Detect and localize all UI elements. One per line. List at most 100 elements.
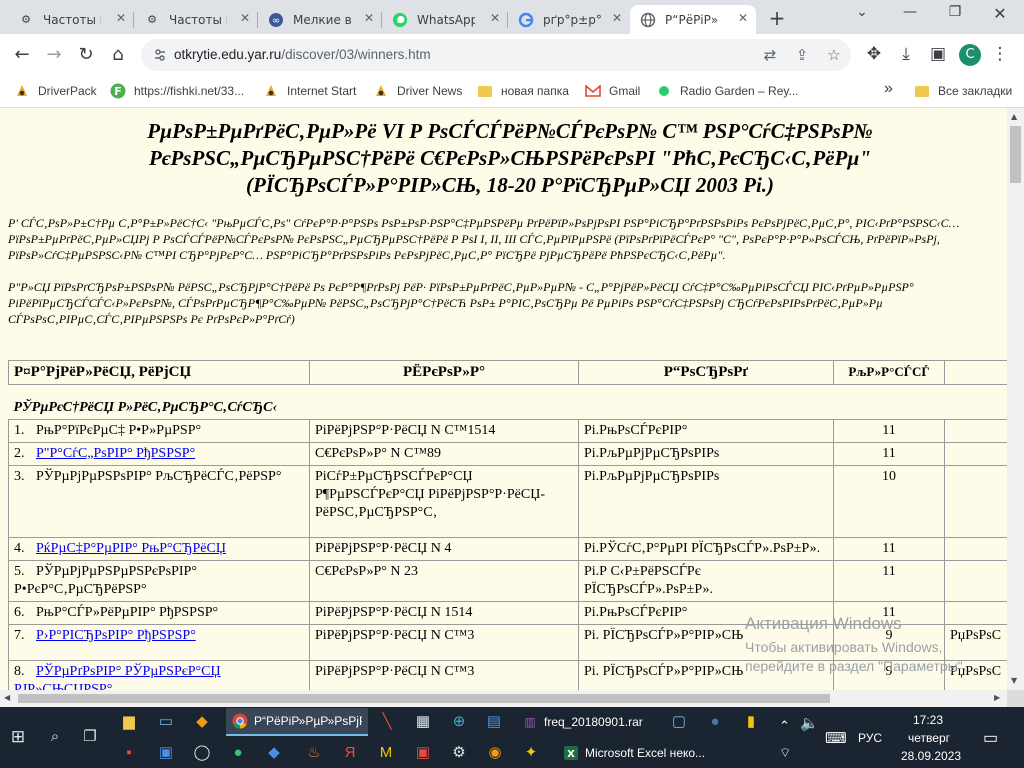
taskbar-rar-window[interactable]: ▥ freq_20180901.rar <box>516 708 658 736</box>
address-bar[interactable]: otkrytie.edu.yar.ru/discover/03/winners.… <box>141 39 851 71</box>
driverpack-icon <box>373 83 389 99</box>
blue-app-icon[interactable]: ◆ <box>265 744 283 762</box>
city-cell: Рі.РЎСѓС‚Р°РµРІ РЇСЂРѕСЃР».РѕР±Р». <box>578 537 834 561</box>
close-tab-icon[interactable]: ✕ <box>738 11 748 25</box>
word-icon[interactable]: ▤ <box>485 713 503 731</box>
tab-1[interactable]: ⚙ Частоты п ✕ <box>8 5 134 34</box>
close-tab-icon[interactable]: ✕ <box>116 11 126 25</box>
clock-date[interactable]: 28.09.2023 <box>901 749 961 763</box>
clock-weekday[interactable]: четверг <box>908 731 950 745</box>
yellow-app-icon[interactable]: ✦ <box>522 744 540 762</box>
winner-link[interactable]: РќРµС‡Р°РµРІР° РњР°СЂРёСЏ <box>36 541 226 556</box>
new-tab-button[interactable]: + <box>767 6 787 30</box>
winner-link[interactable]: Р›Р°РІСЂРѕРІР° РђРЅРЅР° <box>36 628 196 643</box>
tab-search-icon[interactable]: ⌄ <box>852 4 872 20</box>
keyboard-icon[interactable]: ⌨ <box>825 729 847 747</box>
file-explorer-icon[interactable]: ▆ <box>120 713 138 731</box>
side-panel-icon[interactable]: ▣ <box>928 44 948 64</box>
yandex-icon[interactable]: Я <box>341 744 359 762</box>
reload-button[interactable]: ↻ <box>76 45 96 65</box>
winner-link[interactable]: РЎРµРґРѕРІР° РЎРµРЅРєР°СЏ РЈР»СЊСЏРЅР° <box>14 664 221 690</box>
tray-overflow-icon[interactable]: ⌃ <box>779 718 790 734</box>
bookmarks-overflow-button[interactable]: » <box>884 80 893 98</box>
translate-icon[interactable]: ⇄ <box>761 46 779 64</box>
tool-icon[interactable]: ╲ <box>378 713 396 731</box>
vertical-scrollbar[interactable]: ▲ ▼ <box>1007 108 1024 690</box>
task-view-icon[interactable]: ❐ <box>81 728 99 746</box>
app-icon[interactable]: ◆ <box>193 713 211 731</box>
game-icon[interactable]: ⚙ <box>450 744 468 762</box>
taskbar-excel-window[interactable]: X Microsoft Excel неко... <box>557 739 709 767</box>
bookmark-folder-new[interactable]: новая папка <box>477 83 569 99</box>
tab-6-active[interactable]: Р“РёРіР» ✕ <box>630 5 756 34</box>
bookmark-fishki[interactable]: F https://fishki.net/33... <box>110 83 244 99</box>
bookmark-star-icon[interactable]: ☆ <box>825 46 843 64</box>
tab-4[interactable]: WhatsApp ✕ <box>382 5 508 34</box>
scroll-right-icon[interactable]: ▶ <box>994 693 1000 702</box>
orange-app-icon[interactable]: ◉ <box>486 744 504 762</box>
minimize-button[interactable]: — <box>900 4 920 20</box>
school-cell: С€РєРѕР»Р° N 23 <box>309 560 579 602</box>
close-tab-icon[interactable]: ✕ <box>364 11 374 25</box>
scroll-up-icon[interactable]: ▲ <box>1011 112 1017 121</box>
menu-icon[interactable]: ⋮ <box>990 44 1010 64</box>
bookmark-radio-garden[interactable]: Radio Garden – Rey... <box>656 83 799 99</box>
scroll-down-icon[interactable]: ▼ <box>1011 676 1017 685</box>
horizontal-scrollbar[interactable]: ◀ ▶ <box>0 690 1007 707</box>
tab-3[interactable]: ∞ Мелкие вс ✕ <box>258 5 382 34</box>
share-icon[interactable]: ⇪ <box>793 46 811 64</box>
notifications-icon[interactable]: ▭ <box>983 728 998 748</box>
clock-time[interactable]: 17:23 <box>913 713 943 727</box>
url-text[interactable]: otkrytie.edu.yar.ru/discover/03/winners.… <box>174 47 431 62</box>
home-button[interactable]: ⌂ <box>108 45 128 65</box>
close-tab-icon[interactable]: ✕ <box>490 11 500 25</box>
back-button[interactable]: ← <box>12 45 32 65</box>
bookmark-gmail[interactable]: Gmail <box>585 83 640 99</box>
store-icon[interactable]: ▣ <box>157 744 175 762</box>
green-app-icon[interactable]: ● <box>229 744 247 762</box>
m-app-icon[interactable]: M <box>377 744 395 762</box>
row-number: 7. <box>14 628 25 643</box>
tab-5[interactable]: рґр°р±р°с ✕ <box>508 5 630 34</box>
profile-avatar[interactable]: C <box>959 44 981 66</box>
bookmark-label: DriverPack <box>38 84 97 98</box>
notes-icon[interactable]: ▮ <box>742 713 760 731</box>
steam-icon[interactable]: ♨ <box>305 744 323 762</box>
extensions-icon[interactable]: ✥ <box>864 44 884 64</box>
winner-link[interactable]: Р"Р°СѓС„РѕРІР° РђРЅРЅР° <box>36 446 195 461</box>
bookmark-internet-start[interactable]: Internet Start <box>263 83 356 99</box>
table-header-row: Р¤Р°РјРёР»РёСЏ, РёРјСЏ РЁРєРѕР»Р° Р“РѕСЂ… <box>8 360 1007 385</box>
notepad-icon[interactable]: ▢ <box>670 713 688 731</box>
calculator-icon[interactable]: ▦ <box>414 713 432 731</box>
tab-2[interactable]: ⚙ Частоты п ✕ <box>134 5 258 34</box>
download-icon[interactable]: ⤓ <box>896 44 916 64</box>
scroll-left-icon[interactable]: ◀ <box>4 693 10 702</box>
close-window-button[interactable]: ✕ <box>990 4 1010 23</box>
all-bookmarks[interactable]: Все закладки <box>914 83 1012 99</box>
forward-button[interactable]: → <box>44 45 64 65</box>
computer-icon[interactable]: ▭ <box>157 713 175 731</box>
language-indicator[interactable]: РУС <box>858 731 882 745</box>
search-icon[interactable]: ⌕ <box>46 728 64 746</box>
vk-icon[interactable]: ● <box>706 713 724 731</box>
bookmark-label: Internet Start <box>287 84 357 98</box>
circle-app-icon[interactable]: ◯ <box>193 744 211 762</box>
scrollbar-thumb[interactable] <box>1010 126 1021 183</box>
start-button[interactable]: ⊞ <box>9 728 27 746</box>
scrollbar-thumb[interactable] <box>18 694 830 703</box>
network-app-icon[interactable]: ⊕ <box>450 713 468 731</box>
taskbar-chrome-window[interactable]: Р“РёРіР»РµР»РѕРјР°РЅРЅР°РЅРЅР°Р° ... <box>226 708 368 736</box>
site-info-icon[interactable] <box>154 47 166 61</box>
name-cell: 8. РЎРµРґРѕРІР° РЎРµРЅРєР°СЏ РЈР»СЊСЏРЅР° <box>8 660 310 690</box>
close-tab-icon[interactable]: ✕ <box>240 11 250 25</box>
wifi-icon[interactable]: ⌔ <box>779 745 791 761</box>
red-app-icon[interactable]: ▣ <box>414 744 432 762</box>
close-tab-icon[interactable]: ✕ <box>612 11 622 25</box>
volume-icon[interactable]: 🔈 <box>800 714 819 732</box>
restore-button[interactable]: ❐ <box>945 4 965 20</box>
media-icon[interactable]: ▪ <box>120 744 138 762</box>
row-number: 4. <box>14 541 25 556</box>
bookmark-driverpack[interactable]: DriverPack <box>14 83 97 99</box>
name-cell: 1. РњР°РїРєРµС‡ Р•Р»РµРЅР° <box>8 419 310 443</box>
bookmark-driver-news[interactable]: Driver News <box>373 83 462 99</box>
